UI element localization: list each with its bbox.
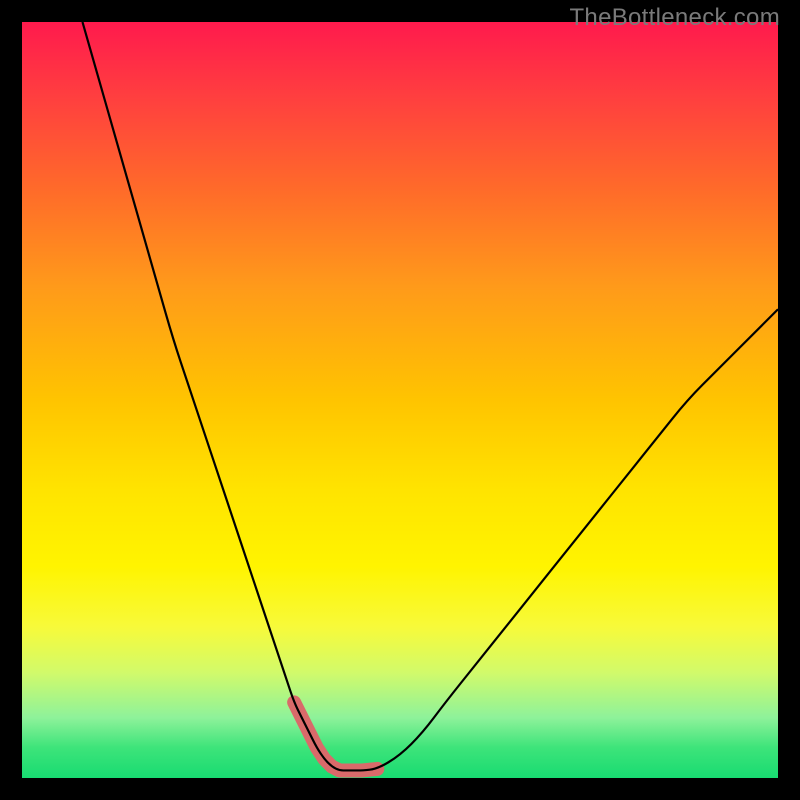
chart-svg bbox=[22, 22, 778, 778]
highlight-region bbox=[294, 702, 377, 770]
plot-area bbox=[22, 22, 778, 778]
chart-frame: TheBottleneck.com bbox=[0, 0, 800, 800]
curve-line bbox=[82, 22, 778, 770]
watermark-text: TheBottleneck.com bbox=[569, 4, 780, 32]
